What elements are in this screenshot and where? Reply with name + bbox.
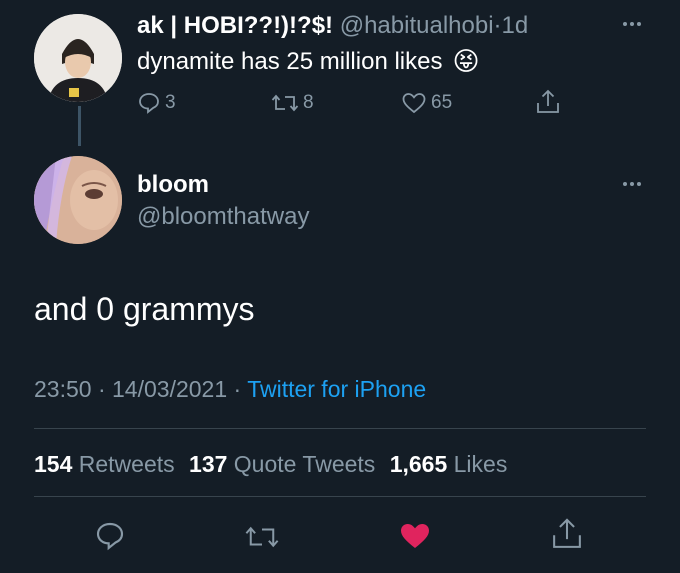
reply-button[interactable] [94, 520, 126, 557]
parent-tweet-header: ak | HOBI??!)!?$! @habitualhobi·1d [137, 12, 528, 40]
parent-more-options[interactable] [620, 12, 644, 41]
reply-icon [139, 93, 159, 114]
retweet-button[interactable] [244, 522, 280, 557]
like-button[interactable]: 65 [401, 91, 452, 115]
tweet-date: 14/03/2021 [112, 376, 228, 402]
parent-handle[interactable]: @habitualhobi [340, 12, 494, 39]
avatar[interactable] [34, 14, 122, 102]
share-icon [553, 518, 581, 548]
meta-separator: · [97, 376, 106, 402]
retweets-count: 154 [34, 451, 73, 477]
likes-label: Likes [453, 451, 508, 477]
retweets-stat[interactable]: 154 Retweets [34, 451, 175, 477]
divider [34, 496, 646, 497]
meta-separator: · [233, 376, 242, 402]
tweet-metadata: 23:50 · 14/03/2021 · Twitter for iPhone [34, 376, 426, 403]
tweet-time: 23:50 [34, 376, 92, 402]
heart-filled-icon [401, 524, 429, 548]
reply-button[interactable]: 3 [137, 91, 176, 115]
reply-count: 3 [165, 92, 176, 113]
heart-outline-icon [402, 93, 426, 114]
like-count: 65 [431, 92, 453, 113]
more-icon [623, 22, 641, 26]
share-button[interactable] [535, 88, 561, 121]
parent-tweet-body: dynamite has 25 million likes 😝 [137, 46, 480, 77]
retweet-icon [245, 526, 279, 548]
reply-icon [96, 522, 124, 551]
header-separator: · [493, 12, 502, 39]
more-icon [623, 182, 641, 186]
retweet-button[interactable]: 8 [271, 91, 314, 115]
avatar[interactable] [34, 156, 122, 244]
quotes-stat[interactable]: 137 Quote Tweets [189, 451, 375, 477]
avatar-image [34, 156, 122, 244]
main-tweet-text: and 0 grammys [34, 291, 255, 327]
quotes-label: Quote Tweets [233, 451, 376, 477]
parent-display-name[interactable]: ak | HOBI??!)!?$! [137, 12, 333, 39]
retweet-count: 8 [303, 92, 314, 113]
parent-time[interactable]: 1d [502, 12, 529, 39]
parent-actions: 3 8 65 [137, 89, 567, 117]
like-button[interactable] [397, 520, 433, 557]
squinting-tongue-emoji: 😝 [452, 46, 480, 76]
parent-tweet-text: dynamite has 25 million likes [137, 47, 443, 75]
retweets-label: Retweets [78, 451, 175, 477]
main-more-options[interactable] [620, 172, 644, 201]
main-display-name[interactable]: bloom [137, 171, 209, 199]
divider [34, 428, 646, 429]
avatar-image [34, 14, 122, 102]
main-handle[interactable]: @bloomthatway [137, 203, 309, 231]
tweet-source-link[interactable]: Twitter for iPhone [247, 376, 426, 402]
share-icon [537, 89, 559, 113]
retweet-icon [271, 94, 299, 112]
quotes-count: 137 [189, 451, 228, 477]
engagement-stats: 154 Retweets 137 Quote Tweets 1,665 Like… [34, 451, 507, 478]
thread-line [78, 106, 81, 146]
likes-stat[interactable]: 1,665 Likes [390, 451, 508, 477]
likes-count: 1,665 [389, 451, 448, 477]
share-button[interactable] [550, 516, 584, 557]
